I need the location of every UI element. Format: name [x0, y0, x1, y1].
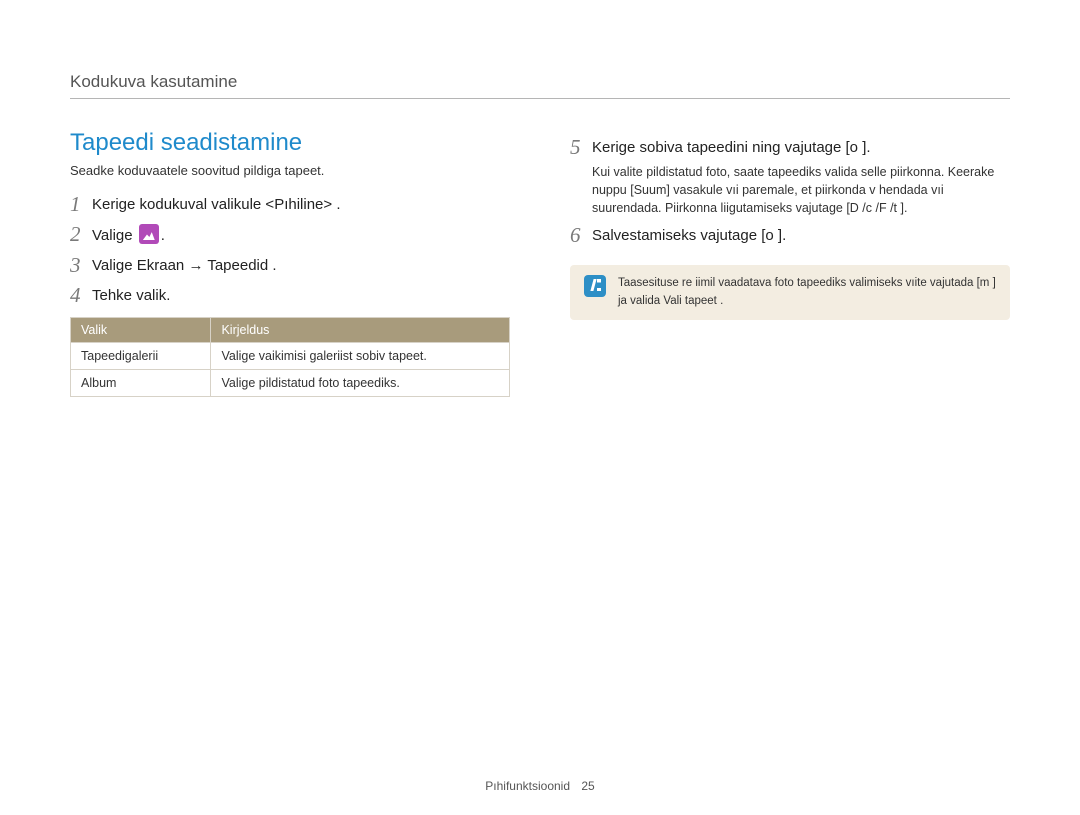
- footer-label: Pıhifunktsioonid: [485, 779, 570, 793]
- table-header-description: Kirjeldus: [211, 318, 510, 343]
- step-text: Valige Ekraan → Tapeedid .: [92, 253, 510, 277]
- step-text: Salvestamiseks vajutage [o ].: [592, 223, 1010, 247]
- step-number: 6: [570, 223, 592, 247]
- step-6: 6 Salvestamiseks vajutage [o ].: [570, 223, 1010, 247]
- step-text-prefix: Valige: [92, 227, 137, 244]
- step-text: Kerige kodukuval valikule <Pıhiline> .: [92, 192, 510, 216]
- description-cell: Valige vaikimisi galeriist sobiv tapeet.: [211, 343, 510, 370]
- step-number: 2: [70, 222, 92, 246]
- step-text: Tehke valik.: [92, 283, 510, 307]
- option-cell: Tapeedigalerii: [71, 343, 211, 370]
- table-header-row: Valik Kirjeldus: [71, 318, 510, 343]
- step-4: 4 Tehke valik.: [70, 283, 510, 307]
- description-cell: Valige pildistatud foto tapeediks.: [211, 370, 510, 397]
- table-header-option: Valik: [71, 318, 211, 343]
- option-cell: Album: [71, 370, 211, 397]
- gallery-icon: [139, 224, 159, 244]
- page-number: 25: [581, 779, 594, 793]
- info-note: Taasesituse re iimil vaadatava foto tape…: [570, 265, 1010, 320]
- step-number: 1: [70, 192, 92, 216]
- step-text-suffix: .: [161, 227, 165, 244]
- step-number: 5: [570, 135, 592, 159]
- step-number: 4: [70, 283, 92, 307]
- table-row: Album Valige pildistatud foto tapeediks.: [71, 370, 510, 397]
- table-row: Tapeedigalerii Valige vaikimisi galeriis…: [71, 343, 510, 370]
- step-2: 2 Valige .: [70, 222, 510, 247]
- step-subtext: Kui valite pildistatud foto, saate tapee…: [592, 163, 1010, 217]
- step-number: 3: [70, 253, 92, 277]
- step-3: 3 Valige Ekraan → Tapeedid .: [70, 253, 510, 277]
- step-5: 5 Kerige sobiva tapeedini ning vajutage …: [570, 135, 1010, 217]
- step-text: Kerige sobiva tapeedini ning vajutage [o…: [592, 135, 1010, 217]
- content-columns: Tapeedi seadistamine Seadke koduvaatele …: [70, 129, 1010, 397]
- right-column: 5 Kerige sobiva tapeedini ning vajutage …: [570, 129, 1010, 397]
- options-table: Valik Kirjeldus Tapeedigalerii Valige va…: [70, 317, 510, 397]
- left-column: Tapeedi seadistamine Seadke koduvaatele …: [70, 129, 510, 397]
- page-header: Kodukuva kasutamine: [70, 72, 1010, 99]
- step-main: Kerige sobiva tapeedini ning vajutage [o…: [592, 139, 871, 156]
- breadcrumb: Kodukuva kasutamine: [70, 72, 237, 91]
- step-1: 1 Kerige kodukuval valikule <Pıhiline> .: [70, 192, 510, 216]
- page-footer: Pıhifunktsioonid 25: [0, 779, 1080, 793]
- note-text: Taasesituse re iimil vaadatava foto tape…: [618, 275, 996, 310]
- intro-text: Seadke koduvaatele soovitud pildiga tape…: [70, 163, 510, 178]
- section-title: Tapeedi seadistamine: [70, 129, 510, 157]
- info-icon: [584, 275, 606, 297]
- step-text: Valige .: [92, 222, 510, 247]
